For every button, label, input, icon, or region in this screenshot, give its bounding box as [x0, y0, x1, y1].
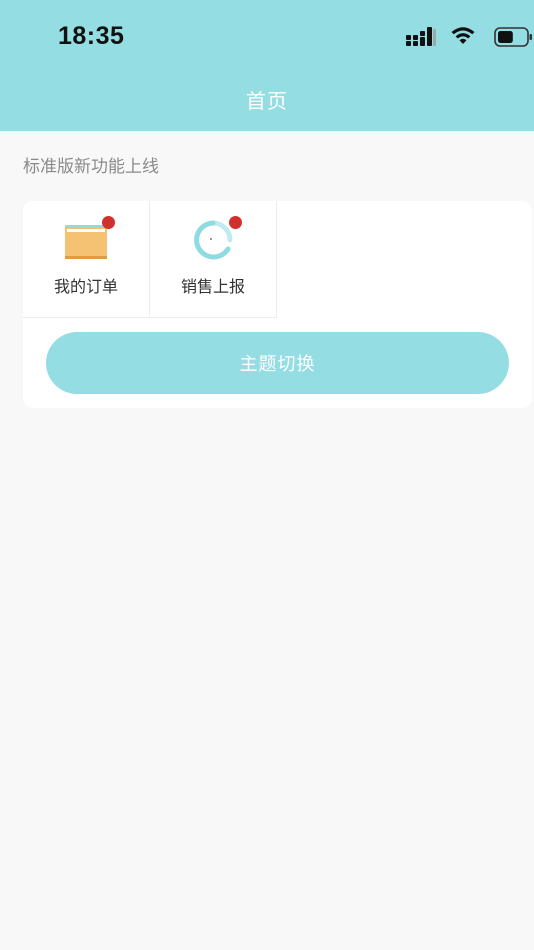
grid-item-sales-report[interactable]: 销售上报 — [150, 201, 277, 318]
grid-item-label: 我的订单 — [53, 277, 118, 296]
notification-badge — [102, 216, 115, 229]
grid-item-my-orders[interactable]: 我的订单 — [23, 201, 150, 318]
feature-notice: 标准版新功能上线 — [23, 157, 159, 177]
folder-icon — [65, 225, 107, 259]
report-icon — [194, 220, 233, 260]
page-title: 首页 — [246, 89, 288, 113]
top-header: 18:35 首页 — [0, 0, 534, 131]
grid-item-label: 销售上报 — [180, 277, 245, 296]
battery-icon — [494, 27, 532, 47]
wifi-icon — [451, 27, 475, 44]
signal-icon — [406, 27, 436, 46]
notification-badge — [229, 216, 242, 229]
function-card: 我的订单 销售上报 主题切换 — [23, 201, 532, 408]
theme-switch-button[interactable]: 主题切换 — [46, 332, 509, 394]
status-time: 18:35 — [58, 22, 125, 50]
